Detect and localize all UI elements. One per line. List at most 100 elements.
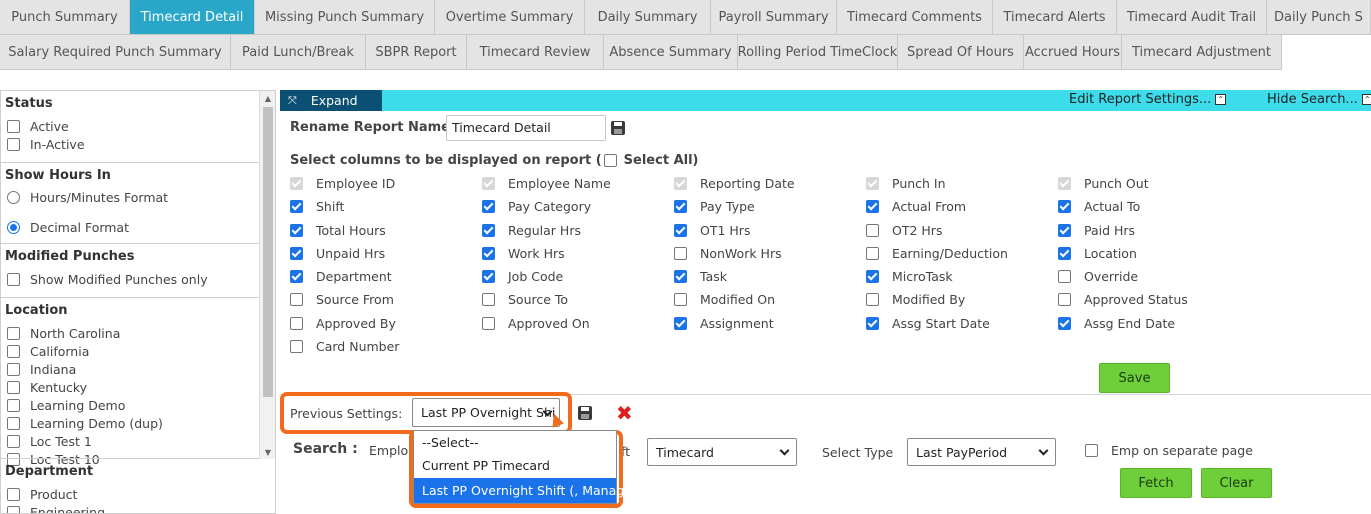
column-option[interactable]: Assg End Date — [1058, 316, 1175, 331]
checkbox[interactable] — [7, 120, 20, 133]
report-name-input[interactable]: Timecard Detail — [446, 115, 606, 141]
column-checkbox[interactable] — [482, 293, 495, 306]
column-option[interactable]: Modified By — [866, 292, 965, 307]
column-checkbox[interactable] — [482, 200, 495, 213]
tab-timecard-comments[interactable]: Timecard Comments — [837, 0, 993, 35]
column-checkbox[interactable] — [290, 247, 303, 260]
checkbox[interactable] — [7, 327, 20, 340]
checkbox[interactable] — [7, 138, 20, 151]
column-option[interactable]: Assignment — [674, 316, 774, 331]
location-option[interactable]: Learning Demo (dup) — [7, 416, 163, 431]
column-option[interactable]: OT2 Hrs — [866, 223, 942, 238]
select-type-select[interactable]: Last PayPeriod — [907, 438, 1056, 466]
checkbox[interactable] — [7, 381, 20, 394]
column-checkbox[interactable] — [1058, 224, 1071, 237]
column-checkbox[interactable] — [674, 224, 687, 237]
column-option[interactable]: Pay Type — [674, 199, 755, 214]
column-option[interactable]: Unpaid Hrs — [290, 246, 385, 261]
column-checkbox[interactable] — [1058, 270, 1071, 283]
column-option[interactable]: Actual To — [1058, 199, 1140, 214]
column-checkbox[interactable] — [1058, 317, 1071, 330]
tab-timecard-detail[interactable]: Timecard Detail — [130, 0, 255, 35]
fetch-button[interactable]: Fetch — [1120, 468, 1192, 498]
column-checkbox[interactable] — [866, 200, 879, 213]
column-option[interactable]: Card Number — [290, 339, 399, 354]
column-checkbox[interactable] — [290, 224, 303, 237]
column-option[interactable]: Approved Status — [1058, 292, 1188, 307]
column-checkbox[interactable] — [290, 200, 303, 213]
column-option[interactable]: Location — [1058, 246, 1137, 261]
clear-button[interactable]: Clear — [1201, 468, 1272, 498]
radio-button[interactable] — [7, 191, 20, 204]
checkbox[interactable] — [7, 488, 20, 501]
column-option[interactable]: MicroTask — [866, 269, 953, 284]
save-name-icon[interactable] — [611, 121, 625, 135]
column-option[interactable]: Task — [674, 269, 727, 284]
column-option[interactable]: Approved On — [482, 316, 590, 331]
column-option[interactable]: Source From — [290, 292, 394, 307]
tab-sbpr-report[interactable]: SBPR Report — [366, 35, 467, 70]
checkbox[interactable] — [7, 506, 20, 513]
checkbox[interactable] — [7, 417, 20, 430]
tab-timecard-adjustment[interactable]: Timecard Adjustment — [1122, 35, 1282, 70]
tab-daily-summary[interactable]: Daily Summary — [585, 0, 711, 35]
dropdown-option[interactable]: Last PP Overnight Shift (, Manager) — [414, 478, 642, 503]
column-option[interactable]: Actual From — [866, 199, 966, 214]
tab-timecard-review[interactable]: Timecard Review — [467, 35, 604, 70]
expand-button[interactable]: ⤧ Expand — [280, 90, 382, 111]
dropdown-option[interactable]: --Select-- — [414, 431, 616, 453]
report-type-select[interactable]: Timecard — [647, 438, 797, 466]
tab-spread-of-hours[interactable]: Spread Of Hours — [898, 35, 1024, 70]
scroll-up-icon[interactable]: ▲ — [260, 91, 275, 105]
sidebar-scrollbar[interactable]: ▲ ▼ — [259, 91, 275, 459]
delete-settings-icon[interactable]: ✖ — [616, 403, 633, 423]
column-checkbox[interactable] — [290, 270, 303, 283]
column-option[interactable]: Regular Hrs — [482, 223, 581, 238]
location-option[interactable]: Indiana — [7, 362, 76, 377]
column-option[interactable]: Pay Category — [482, 199, 591, 214]
location-option[interactable]: Learning Demo — [7, 398, 125, 413]
status-active-option[interactable]: Active — [7, 119, 69, 134]
checkbox[interactable] — [7, 345, 20, 358]
checkbox[interactable] — [7, 435, 20, 448]
column-checkbox[interactable] — [290, 293, 303, 306]
column-checkbox[interactable] — [866, 270, 879, 283]
column-checkbox[interactable] — [482, 270, 495, 283]
decimal-format-option[interactable]: Decimal Format — [7, 220, 129, 235]
column-option[interactable]: Shift — [290, 199, 344, 214]
show-modified-option[interactable]: Show Modified Punches only — [7, 272, 208, 287]
tab-payroll-summary[interactable]: Payroll Summary — [711, 0, 837, 35]
column-checkbox[interactable] — [482, 224, 495, 237]
department-option[interactable]: Product — [7, 487, 77, 502]
column-option[interactable]: Total Hours — [290, 223, 386, 238]
column-option[interactable]: Modified On — [674, 292, 775, 307]
column-option[interactable]: Paid Hrs — [1058, 223, 1135, 238]
column-checkbox[interactable] — [866, 317, 879, 330]
emp-separate-page-option[interactable]: Emp on separate page — [1085, 443, 1253, 458]
dropdown-option[interactable]: Current PP Timecard — [414, 453, 616, 478]
column-option[interactable]: Source To — [482, 292, 568, 307]
column-checkbox[interactable] — [866, 224, 879, 237]
edit-report-settings-link[interactable]: Edit Report Settings... ⌃ — [1069, 92, 1227, 107]
column-option[interactable]: Assg Start Date — [866, 316, 990, 331]
radio-button-selected[interactable] — [7, 221, 20, 234]
location-option[interactable]: North Carolina — [7, 326, 120, 341]
column-checkbox[interactable] — [866, 247, 879, 260]
checkbox[interactable] — [7, 363, 20, 376]
scroll-thumb[interactable] — [263, 107, 273, 397]
save-button[interactable]: Save — [1099, 363, 1170, 393]
location-option[interactable]: Kentucky — [7, 380, 87, 395]
hours-minutes-option[interactable]: Hours/Minutes Format — [7, 190, 168, 205]
department-option[interactable]: Engineering — [7, 505, 105, 513]
column-checkbox[interactable] — [1058, 200, 1071, 213]
column-checkbox[interactable] — [1058, 293, 1071, 306]
location-option[interactable]: Loc Test 1 — [7, 434, 92, 449]
column-checkbox[interactable] — [674, 200, 687, 213]
hide-search-link[interactable]: Hide Search... ⌃ — [1267, 92, 1371, 107]
column-checkbox[interactable] — [482, 317, 495, 330]
tab-punch-summary[interactable]: Punch Summary — [0, 0, 130, 35]
tab-rolling-period-timeclock[interactable]: Rolling Period TimeClock — [738, 35, 898, 70]
tab-daily-punch-s[interactable]: Daily Punch S — [1267, 0, 1371, 35]
scroll-down-icon[interactable]: ▼ — [260, 445, 275, 459]
location-option[interactable]: California — [7, 344, 89, 359]
